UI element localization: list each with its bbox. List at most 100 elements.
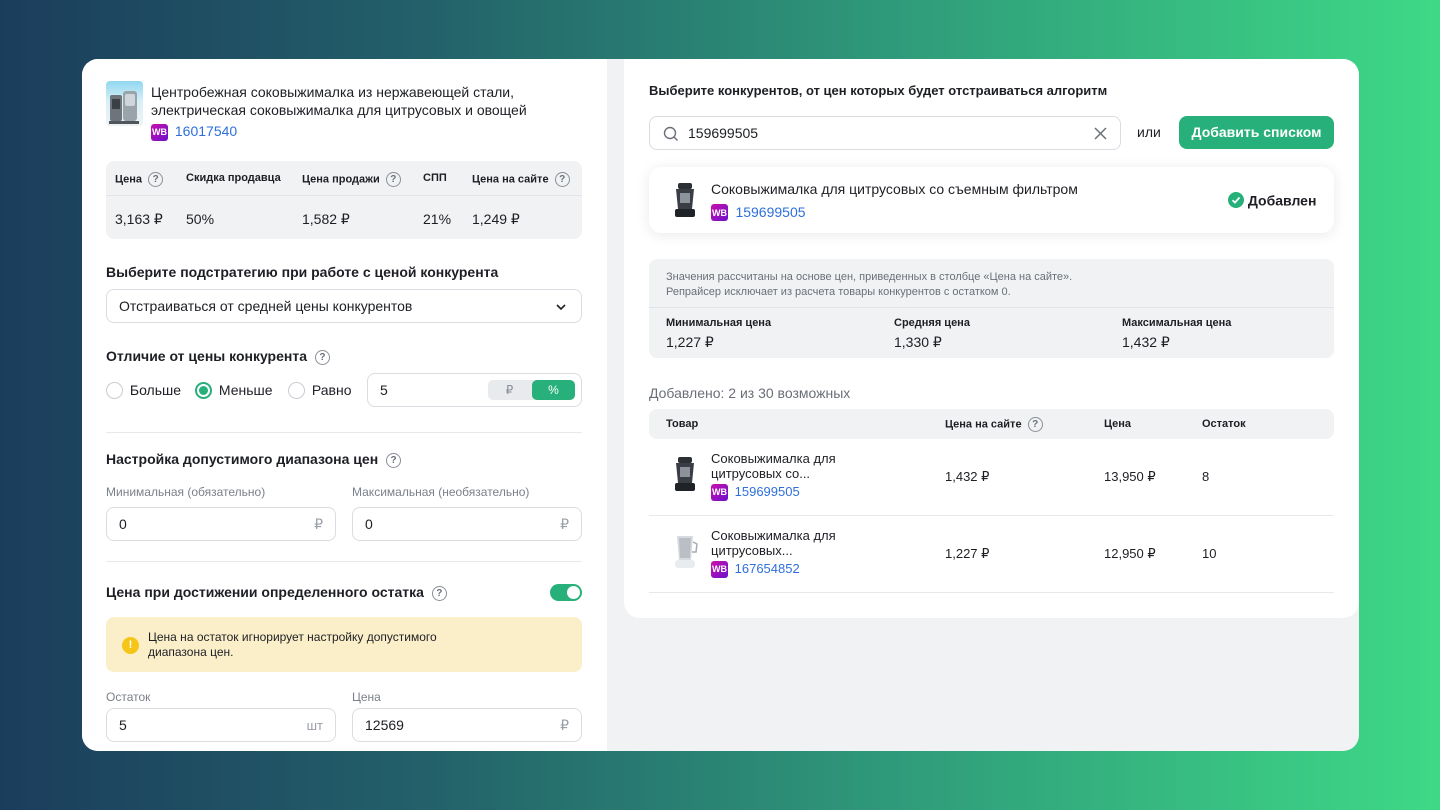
min-price-input[interactable]: 0 ₽ (106, 507, 336, 541)
warning-icon: ! (122, 637, 139, 654)
table-row[interactable]: Соковыжималка для цитрусовых... WB 16765… (649, 516, 1334, 592)
competitor-result-name: Соковыжималка для цитрусовых со съемным … (711, 181, 1078, 197)
competitors-area: Выберите конкурентов, от цен которых буд… (607, 59, 1359, 751)
radio-less[interactable]: Меньше (195, 381, 273, 399)
section-divider (106, 432, 582, 433)
row-divider (649, 592, 1334, 593)
col-stock: Остаток (1202, 418, 1246, 430)
row-product-name-line1: Соковыжималка для (711, 451, 836, 466)
substrategy-label: Выберите подстратегию при работе с ценой… (106, 264, 499, 280)
unit-percent-option[interactable]: % (532, 380, 575, 400)
row-sku-link[interactable]: 167654852 (735, 561, 800, 576)
clear-search-icon[interactable] (1093, 126, 1108, 144)
price-value: 3,163 ₽ (115, 211, 163, 227)
radio-equal-label: Равно (311, 382, 352, 399)
product-title-line2: электрическая соковыжималка для цитрусов… (151, 102, 527, 118)
radio-more-icon (106, 381, 123, 399)
help-icon[interactable]: ? (386, 452, 402, 468)
max-price-input[interactable]: 0 ₽ (352, 507, 582, 541)
min-price-stat-label: Минимальная цена (666, 317, 772, 329)
row-product-name-line2: цитрусовых... (711, 543, 793, 558)
competitor-result-sku[interactable]: 159699505 (735, 204, 805, 220)
competitor-product-image (669, 530, 705, 574)
seller-discount-value: 50% (186, 211, 215, 227)
max-price-stat-label: Максимальная цена (1122, 317, 1232, 329)
search-result-card[interactable]: Соковыжималка для цитрусовых со съемным … (649, 167, 1334, 233)
table-row[interactable]: Соковыжималка для цитрусовых со... WB 15… (649, 439, 1334, 515)
competitor-product-image (669, 179, 705, 223)
stock-label: Остаток (106, 690, 151, 704)
sale-price-value: 1,582 ₽ (302, 211, 350, 227)
substrategy-select[interactable]: Отстраиваться от средней цены конкуренто… (106, 289, 582, 323)
help-icon[interactable]: ? (314, 349, 330, 365)
section-divider (106, 561, 582, 562)
difference-value-input[interactable]: 5 ₽ % (367, 373, 582, 407)
or-label: или (1137, 124, 1161, 140)
col-price: Цена (1104, 418, 1132, 430)
help-icon[interactable]: ? (385, 172, 401, 187)
row-site-price: 1,227 ₽ (945, 546, 990, 561)
search-icon (663, 126, 679, 145)
radio-equal-icon (288, 381, 305, 399)
stock-price-label: Цена при достижении определенного остатк… (106, 584, 424, 600)
row-sku-link[interactable]: 159699505 (735, 484, 800, 499)
search-value: 159699505 (688, 125, 759, 141)
stock-price-input[interactable]: 12569 ₽ (352, 708, 582, 742)
stock-warning-banner: ! Цена на остаток игнорирует настройку д… (106, 617, 582, 672)
info-text-line1: Значения рассчитаны на основе цен, приве… (666, 271, 1073, 283)
price-header: Цена (115, 173, 143, 186)
product-image (106, 81, 143, 126)
row-stock: 8 (1202, 469, 1210, 484)
ruble-icon: ₽ (560, 716, 569, 733)
row-site-price: 1,432 ₽ (945, 469, 990, 484)
stock-price-field-label: Цена (352, 690, 381, 704)
max-price-value: 0 (365, 516, 373, 532)
added-count-label: Добавлено: 2 из 30 возможных (649, 385, 851, 401)
row-price: 12,950 ₽ (1104, 546, 1156, 561)
radio-more[interactable]: Больше (106, 381, 181, 399)
difference-value: 5 (380, 382, 388, 398)
col-site-price: Цена на сайте (945, 418, 1022, 431)
unit-toggle: ₽ % (488, 380, 575, 400)
site-price-header: Цена на сайте (472, 173, 549, 186)
warning-text-line2: диапазона цен. (148, 645, 234, 659)
competitors-heading: Выберите конкурентов, от цен которых буд… (649, 83, 1108, 98)
radio-equal[interactable]: Равно (288, 381, 352, 399)
stock-price-value: 12569 (365, 717, 404, 733)
help-icon[interactable]: ? (148, 172, 164, 187)
product-title-line1: Центробежная соковыжималка из нержавеюще… (151, 84, 515, 100)
avg-price-stat-value: 1,330 ₽ (894, 334, 942, 350)
row-stock: 10 (1202, 546, 1217, 561)
min-price-value: 0 (119, 516, 127, 532)
radio-less-icon (195, 381, 212, 399)
row-product-name-line1: Соковыжималка для (711, 528, 836, 543)
spp-value: 21% (423, 211, 452, 227)
toggle-knob (567, 586, 580, 599)
chevron-down-icon (555, 300, 567, 316)
competitor-search-input[interactable]: 159699505 (649, 116, 1121, 150)
ruble-icon: ₽ (560, 515, 569, 532)
avg-price-stat-label: Средняя цена (894, 317, 970, 329)
col-product: Товар (666, 418, 699, 430)
stock-quantity-input[interactable]: 5 шт (106, 708, 336, 742)
stock-price-toggle[interactable] (550, 584, 582, 601)
product-sku-link[interactable]: 16017540 (175, 123, 237, 139)
max-price-stat-value: 1,432 ₽ (1122, 334, 1170, 350)
help-icon[interactable]: ? (554, 172, 570, 187)
unit-rub-option[interactable]: ₽ (488, 380, 531, 400)
added-status: Добавлен (1247, 192, 1317, 209)
site-price-value: 1,249 ₽ (472, 211, 520, 227)
app-window: Центробежная соковыжималка из нержавеюще… (82, 59, 1359, 751)
wildberries-badge-icon: WB (711, 484, 728, 502)
stock-unit: шт (306, 717, 323, 733)
wildberries-badge-icon: WB (151, 123, 168, 141)
row-product-name-line2: цитрусовых со... (711, 466, 811, 481)
warning-text-line1: Цена на остаток игнорирует настройку доп… (148, 630, 437, 644)
help-icon[interactable]: ? (1027, 417, 1043, 432)
price-table: Цена ? Скидка продавца Цена продажи ? СП… (106, 161, 582, 239)
radio-less-label: Меньше (218, 382, 273, 399)
help-icon[interactable]: ? (431, 585, 447, 601)
check-circle-icon (1228, 192, 1244, 209)
competitors-panel: Выберите конкурентов, от цен которых буд… (624, 59, 1359, 618)
add-list-button[interactable]: Добавить списком (1179, 116, 1334, 149)
